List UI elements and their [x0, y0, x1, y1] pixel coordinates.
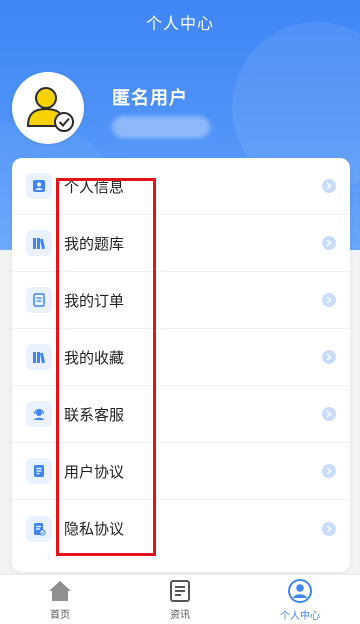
order-document-icon: [26, 287, 52, 313]
books-icon: [26, 344, 52, 370]
id-card-icon: [26, 173, 52, 199]
nav-bar: 个人中心: [0, 0, 360, 44]
tab-home[interactable]: 首页: [0, 575, 120, 624]
profile-icon: [288, 579, 312, 603]
menu-item-label: 个人信息: [64, 177, 125, 196]
news-icon: [170, 580, 190, 602]
bottom-tab-bar: 首页 资讯 个人中心: [0, 574, 360, 624]
books-icon: [26, 230, 52, 256]
page-title: 个人中心: [145, 14, 214, 33]
menu-item-user-agreement[interactable]: 用户协议: [12, 443, 350, 500]
privacy-document-icon: [26, 515, 52, 542]
tab-label: 首页: [50, 610, 70, 621]
document-icon: [26, 458, 52, 484]
tab-label: 个人中心: [280, 611, 320, 622]
chevron-right-icon: [322, 521, 336, 536]
menu-item-label: 我的题库: [64, 234, 125, 253]
menu-item-orders[interactable]: 我的订单: [12, 272, 350, 329]
menu-item-favorites[interactable]: 我的收藏: [12, 329, 350, 386]
tab-label: 资讯: [170, 610, 190, 621]
menu-item-label: 联系客服: [64, 405, 125, 424]
chevron-right-icon: [322, 179, 336, 193]
avatar[interactable]: [12, 72, 84, 144]
menu-item-label: 我的订单: [64, 291, 125, 310]
menu-item-personal-info[interactable]: 个人信息: [12, 158, 350, 215]
menu-card: 个人信息 我的题库 我的订单 我的收藏 联系客服 用户协议 隐私协议: [12, 158, 350, 572]
chevron-right-icon: [322, 407, 336, 421]
tab-profile[interactable]: 个人中心: [240, 575, 360, 624]
chevron-right-icon: [322, 350, 336, 364]
user-check-icon: [26, 87, 74, 132]
chevron-right-icon: [322, 464, 336, 478]
menu-item-label: 用户协议: [64, 462, 125, 481]
home-icon: [49, 581, 71, 601]
menu-item-question-bank[interactable]: 我的题库: [12, 215, 350, 272]
customer-service-icon: [26, 401, 52, 427]
blurred-user-info: [112, 116, 210, 138]
menu-item-privacy-agreement[interactable]: 隐私协议: [12, 500, 350, 557]
menu-item-label: 隐私协议: [64, 520, 125, 538]
menu-item-label: 我的收藏: [64, 348, 125, 367]
menu-item-customer-service[interactable]: 联系客服: [12, 386, 350, 443]
chevron-right-icon: [322, 293, 336, 307]
tab-news[interactable]: 资讯: [120, 575, 240, 624]
username: 匿名用户: [112, 88, 188, 109]
chevron-right-icon: [322, 236, 336, 250]
